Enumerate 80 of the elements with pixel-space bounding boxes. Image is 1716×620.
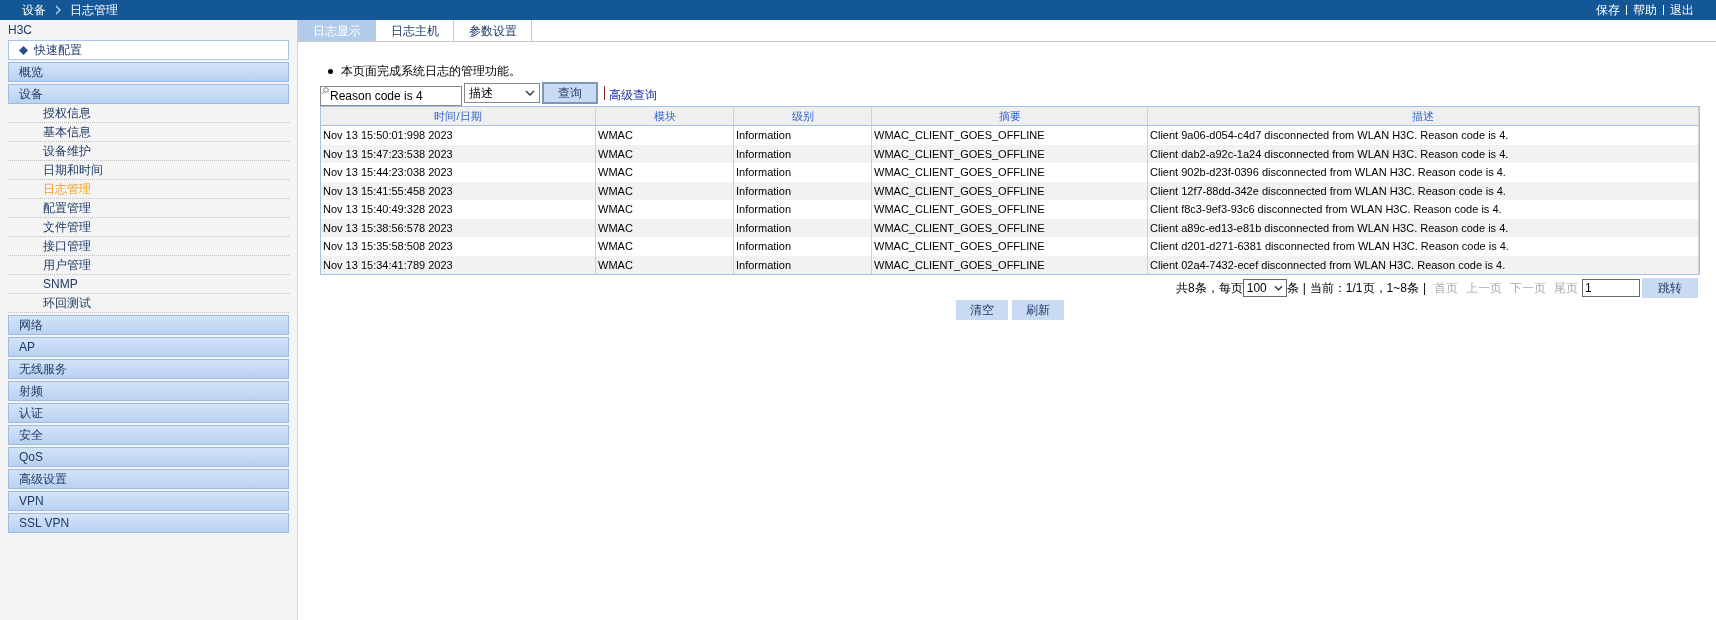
menu-item[interactable]: 日期和时间	[8, 161, 289, 180]
column-header: 模块	[596, 107, 734, 125]
table-cell: WMAC	[596, 255, 734, 274]
menu-group[interactable]: 网络	[8, 315, 289, 335]
table-cell: Client d201-d271-6381 disconnected from WLAN H3C. Reason code is 4.	[1148, 237, 1699, 256]
table-cell: Nov 13 15:34:41:789 2023	[321, 255, 596, 274]
table-cell: WMAC	[596, 200, 734, 219]
menu-group[interactable]: 概览	[8, 62, 289, 82]
menu-group[interactable]: 安全	[8, 425, 289, 445]
table-cell: WMAC_CLIENT_GOES_OFFLINE	[872, 163, 1148, 182]
menu-group[interactable]: QoS	[8, 447, 289, 467]
bullet-icon	[328, 68, 333, 74]
menu-group[interactable]: 射频	[8, 381, 289, 401]
table-cell: Information	[734, 237, 872, 256]
table-cell: Client 02a4-7432-ecef disconnected from WLAN H3C. Reason code is 4.	[1148, 255, 1699, 274]
intro-text: 本页面完成系统日志的管理功能。	[341, 63, 521, 80]
table-cell: WMAC	[596, 237, 734, 256]
quick-config-button[interactable]: 快速配置	[8, 40, 289, 60]
table-cell: Information	[734, 200, 872, 219]
menu-item[interactable]: 环回测试	[8, 294, 289, 313]
menu-item[interactable]: 配置管理	[8, 199, 289, 218]
table-cell: Nov 13 15:35:58:508 2023	[321, 237, 596, 256]
total-text: 共8条，每页	[1176, 280, 1243, 297]
column-header: 描述	[1148, 107, 1699, 125]
page-input[interactable]: 1	[1582, 279, 1640, 297]
breadcrumb-item: 日志管理	[70, 2, 118, 19]
table-cell: Nov 13 15:40:49:328 2023	[321, 200, 596, 219]
table-cell: WMAC_CLIENT_GOES_OFFLINE	[872, 126, 1148, 145]
menu-group[interactable]: SSL VPN	[8, 513, 289, 533]
menu-item[interactable]: 设备维护	[8, 142, 289, 161]
table-cell: WMAC	[596, 126, 734, 145]
table-cell: WMAC_CLIENT_GOES_OFFLINE	[872, 255, 1148, 274]
menu-item[interactable]: SNMP	[8, 275, 289, 294]
chevron-icon	[54, 5, 62, 15]
top-link[interactable]: 保存	[1596, 1, 1620, 19]
table-cell: Client 902b-d23f-0396 disconnected from WLAN H3C. Reason code is 4.	[1148, 163, 1699, 182]
diamond-icon	[19, 45, 28, 55]
menu-group[interactable]: VPN	[8, 491, 289, 511]
menu-item[interactable]: 授权信息	[8, 104, 289, 123]
table-cell: Information	[734, 163, 872, 182]
separator-text: |	[1302, 280, 1306, 297]
top-link[interactable]: 退出	[1670, 1, 1694, 19]
table-cell: Client 9a06-d054-c4d7 disconnected from WLAN H3C. Reason code is 4.	[1148, 126, 1699, 145]
field-select[interactable]: 描述	[464, 83, 540, 103]
menu-group[interactable]: 高级设置	[8, 469, 289, 489]
caret-icon	[525, 90, 535, 96]
table-cell: WMAC_CLIENT_GOES_OFFLINE	[872, 200, 1148, 219]
page-size-select[interactable]: 100	[1242, 279, 1287, 297]
table-cell: Client f8c3-9ef3-93c6 disconnected from WLAN H3C. Reason code is 4.	[1148, 200, 1699, 219]
query-button[interactable]: 查询	[542, 82, 598, 104]
menu-group[interactable]: AP	[8, 337, 289, 357]
top-link[interactable]: 帮助	[1633, 1, 1657, 19]
menu-item[interactable]: 用户管理	[8, 256, 289, 275]
column-header: 级别	[734, 107, 872, 125]
menu-group[interactable]: 设备	[8, 84, 289, 104]
table-cell: Nov 13 15:50:01:998 2023	[321, 126, 596, 145]
jump-button[interactable]: 跳转	[1642, 278, 1698, 298]
table-cell: Nov 13 15:44:23:038 2023	[321, 163, 596, 182]
column-header: 摘要	[872, 107, 1148, 125]
action-button[interactable]: 清空	[956, 300, 1008, 320]
table-cell: WMAC	[596, 163, 734, 182]
menu-group[interactable]: 无线服务	[8, 359, 289, 379]
table-cell: Information	[734, 126, 872, 145]
menu-group[interactable]: 认证	[8, 403, 289, 423]
caret-icon	[1273, 285, 1283, 291]
breadcrumb-item: 设备	[22, 2, 46, 19]
separator-text: |	[1422, 280, 1426, 297]
unit-text: 条	[1286, 280, 1299, 297]
current-page-text: 当前：1/1页，1~8条	[1309, 280, 1419, 297]
search-field[interactable]: Reason code is 4	[320, 86, 462, 106]
advanced-query-link[interactable]: 高级查询	[609, 86, 657, 104]
column-header: 时间/日期	[321, 107, 596, 125]
table-cell: Information	[734, 255, 872, 274]
action-button[interactable]: 刷新	[1012, 300, 1064, 320]
search-icon	[321, 87, 329, 95]
sidebar-title: H3C	[8, 22, 32, 39]
menu-item[interactable]: 接口管理	[8, 237, 289, 256]
table-cell: WMAC_CLIENT_GOES_OFFLINE	[872, 237, 1148, 256]
menu-item[interactable]: 基本信息	[8, 123, 289, 142]
menu-item[interactable]: 文件管理	[8, 218, 289, 237]
